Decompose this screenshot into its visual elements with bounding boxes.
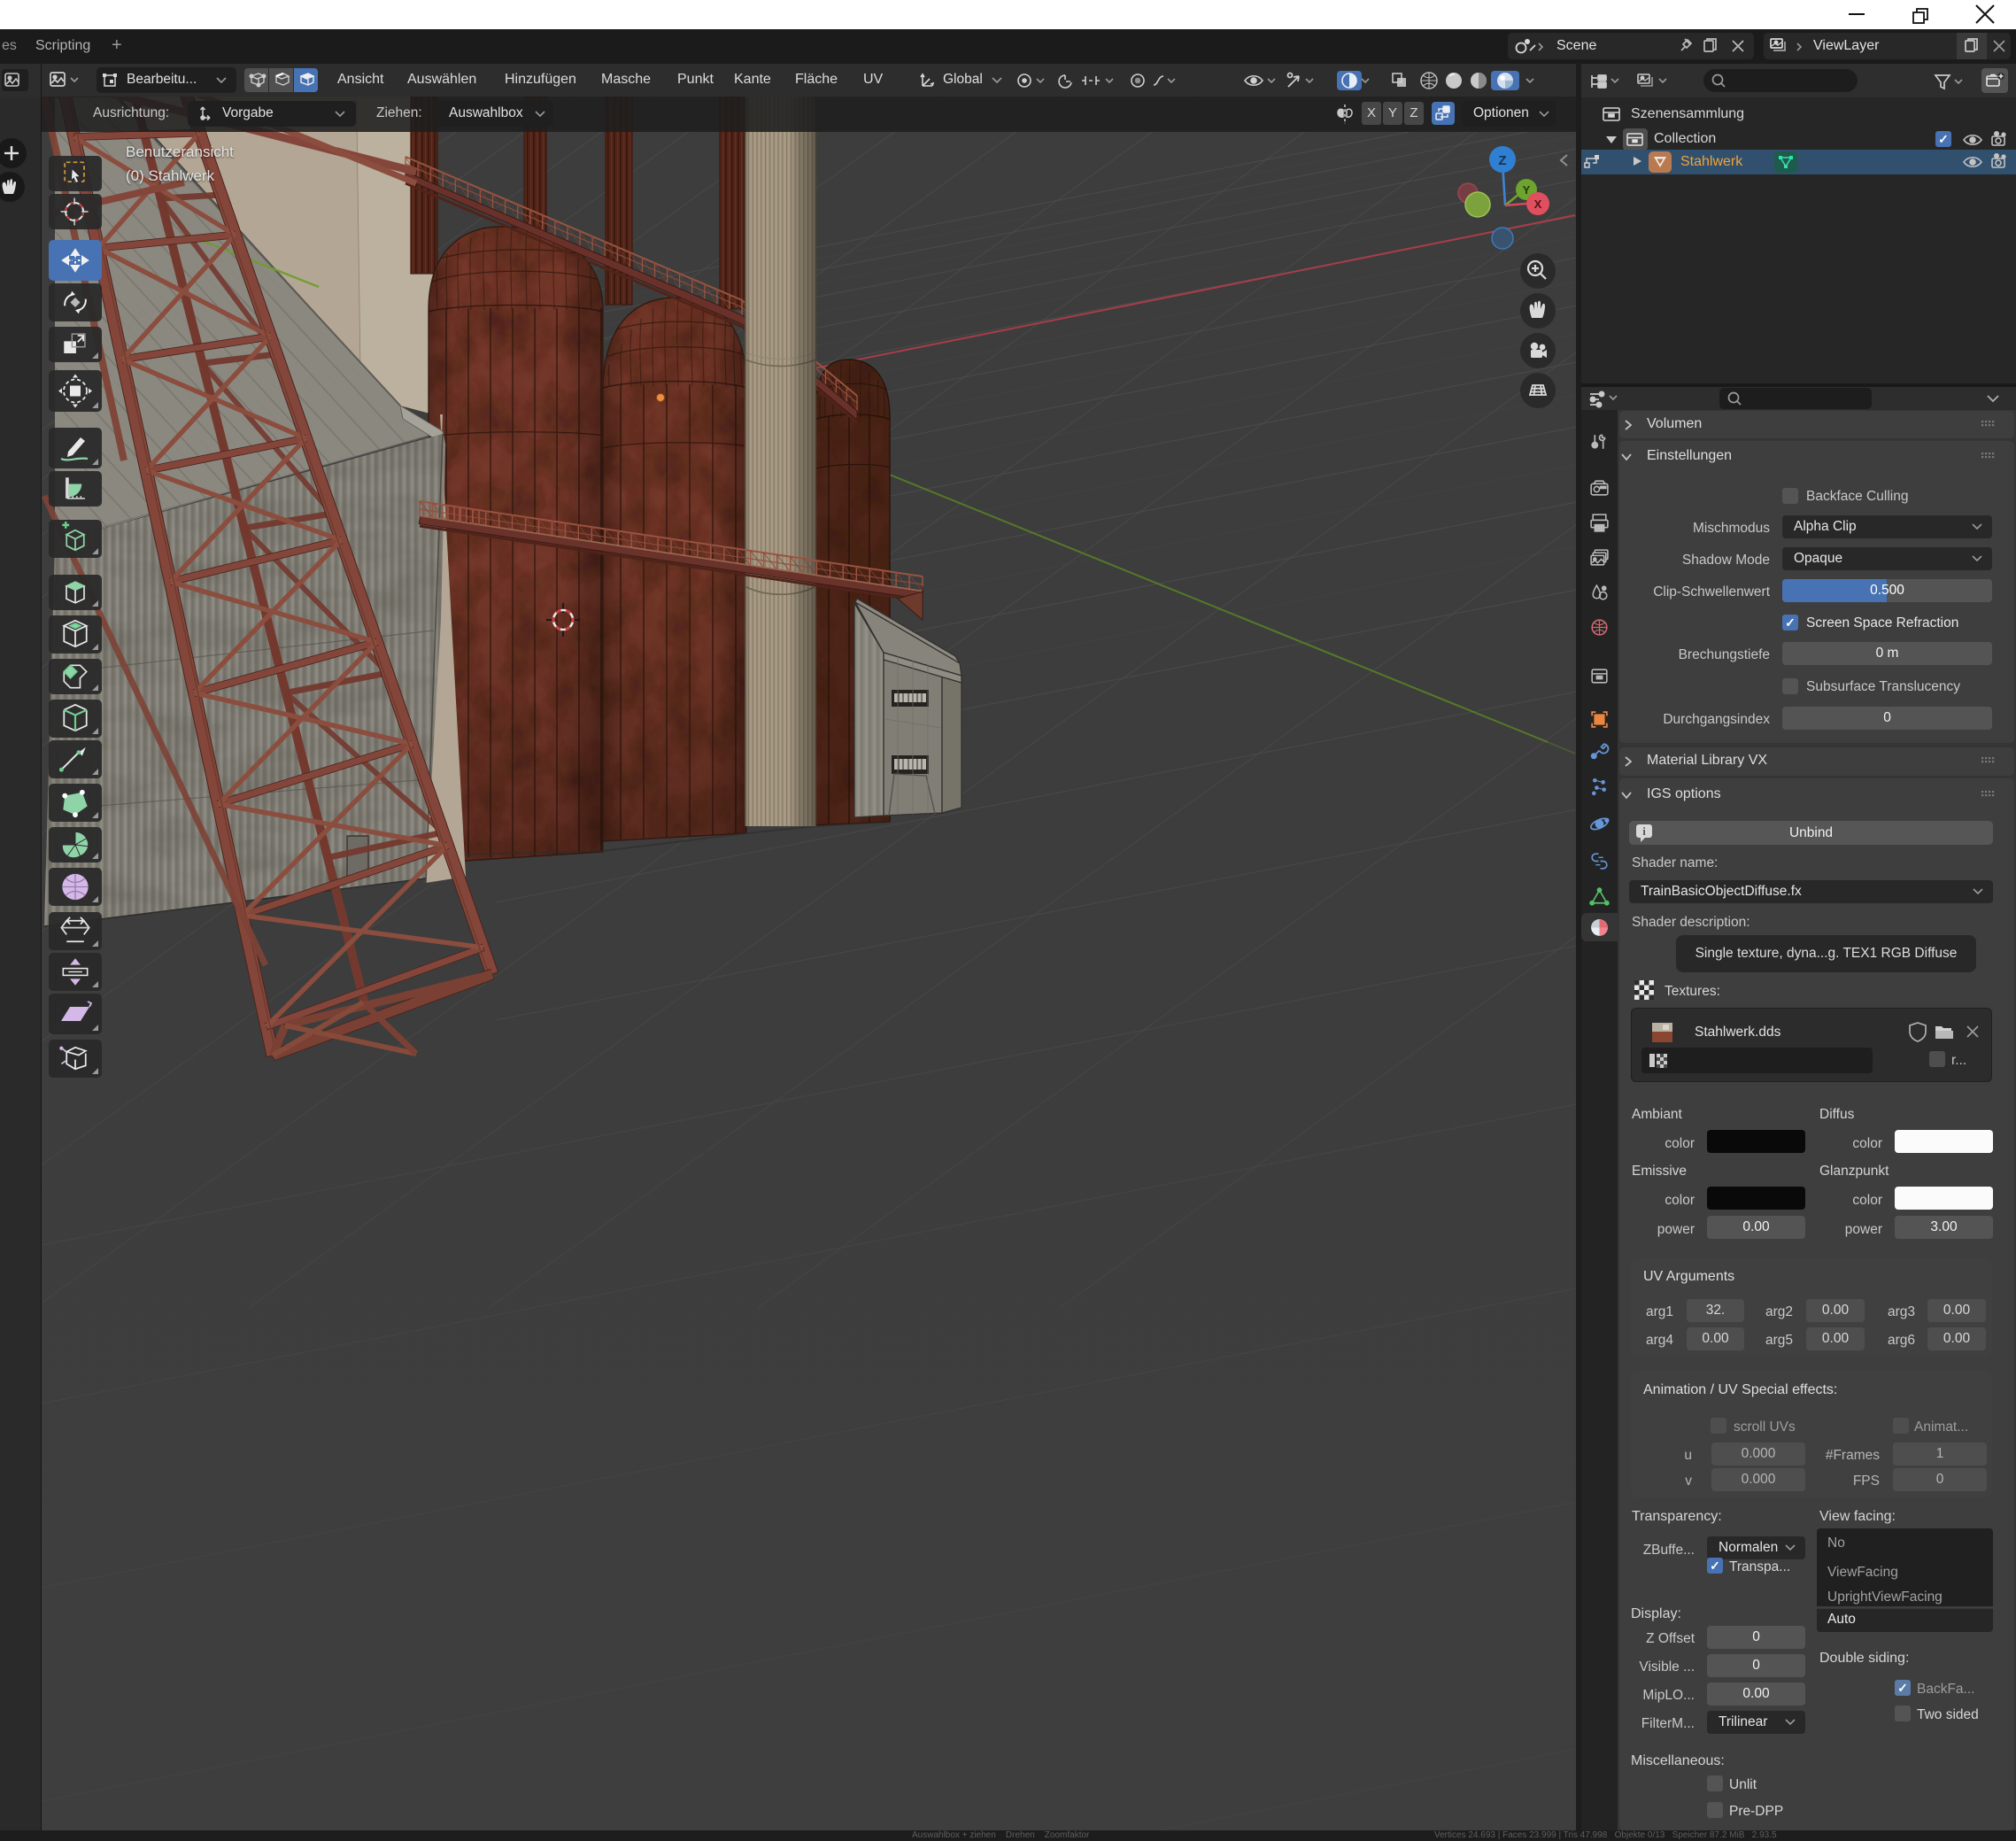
- svg-text:X: X: [1534, 197, 1542, 211]
- svg-text:Z: Z: [1498, 153, 1506, 168]
- svg-text:Y: Y: [1523, 183, 1531, 197]
